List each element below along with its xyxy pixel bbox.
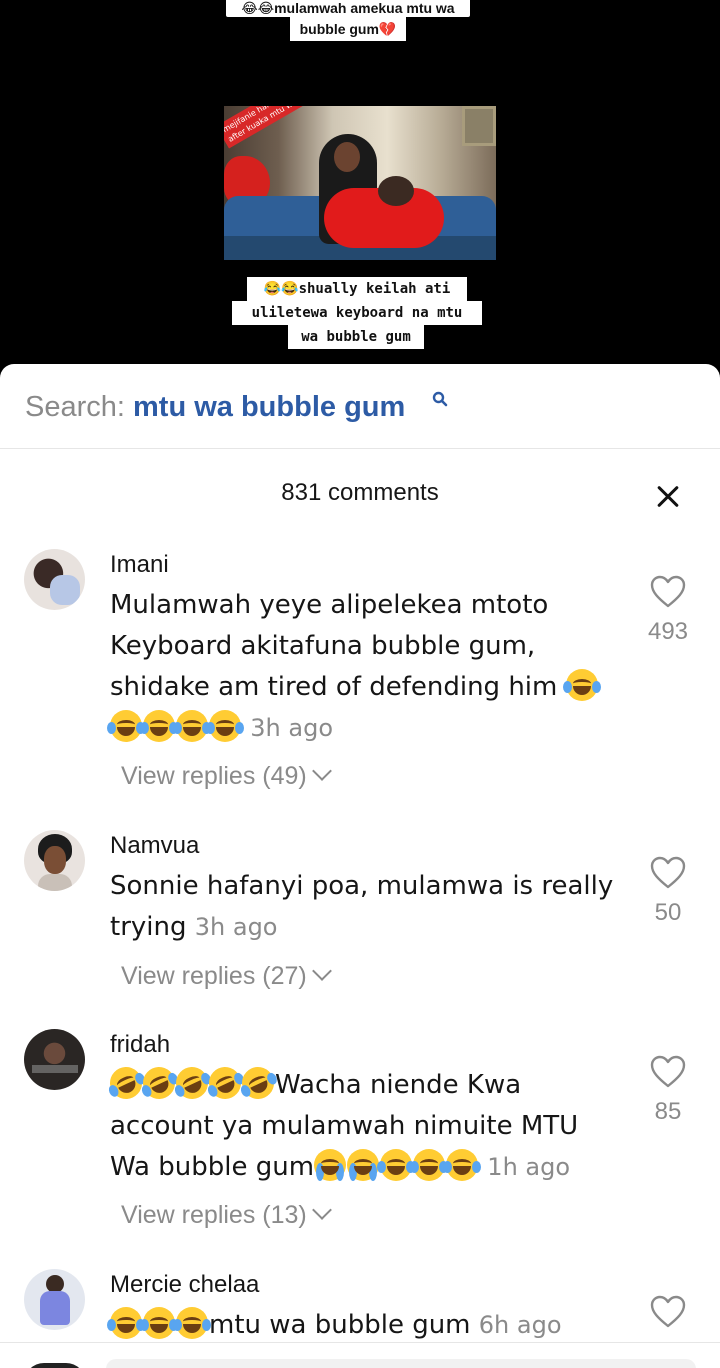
crying-emoji-icon [314, 1149, 347, 1181]
rofl-emoji-icon [170, 1061, 214, 1105]
comment-body: Sonnie hafanyi poa, mulamwa is really tr… [110, 871, 614, 942]
crying-emoji-icon [347, 1149, 380, 1181]
like-count: 85 [654, 1098, 682, 1125]
laughing-emoji-icon [173, 710, 211, 742]
search-term[interactable]: mtu wa bubble gum [133, 391, 405, 423]
avatar[interactable] [24, 549, 85, 610]
laughing-emoji-icon [377, 1149, 416, 1181]
avatar[interactable] [24, 830, 85, 891]
view-replies-button[interactable]: View replies (27) [121, 961, 332, 991]
like-button[interactable]: 85 [644, 1055, 692, 1126]
laughing-emoji-icon [140, 1307, 178, 1339]
heart-icon [650, 575, 686, 608]
video-caption-top-line1: 😂😂mulamwah amekua mtu wa [226, 0, 470, 17]
comments-sheet: Search: mtu wa bubble gum 831 comments I… [0, 364, 720, 1368]
like-count: 493 [647, 618, 689, 645]
laughing-emoji-icon [562, 669, 601, 701]
comment-input-bar[interactable] [0, 1342, 720, 1368]
comment-text: Mulamwah yeye alipelekea mtoto Keyboard … [107, 585, 620, 749]
like-count: 50 [654, 899, 682, 926]
comment-item: fridah Wacha niende Kwa account ya mulam… [0, 1029, 720, 1259]
comment-text: Wacha niende Kwa account ya mulamwah nim… [104, 1061, 620, 1188]
comment-body: mtu wa bubble gum [209, 1310, 479, 1340]
view-replies-label: View replies (49) [121, 762, 307, 790]
comment-text: Sonnie hafanyi poa, mulamwa is really tr… [110, 866, 620, 948]
laughing-emoji-icon [206, 710, 244, 742]
search-suggestion-bar[interactable]: Search: mtu wa bubble gum [0, 364, 720, 449]
view-replies-label: View replies (13) [121, 1201, 307, 1229]
laughing-emoji-icon [107, 1307, 145, 1339]
laughing-emoji-icon [410, 1149, 449, 1181]
chevron-down-icon [311, 1200, 332, 1220]
close-icon[interactable] [650, 479, 686, 515]
rofl-emoji-icon [203, 1061, 247, 1105]
avatar[interactable] [24, 1269, 85, 1330]
heart-icon [650, 856, 686, 889]
laughing-emoji-icon [107, 710, 145, 742]
rofl-emoji-icon [104, 1061, 148, 1105]
view-replies-label: View replies (27) [121, 962, 307, 990]
laughing-emoji-icon [140, 710, 178, 742]
search-suggestion[interactable]: Search: mtu wa bubble gum [25, 391, 405, 424]
rofl-emoji-icon [137, 1061, 181, 1105]
comments-count: 831 comments [281, 479, 439, 506]
comment-text: mtu wa bubble gum 6h ago [107, 1305, 620, 1346]
comment-username[interactable]: fridah [110, 1031, 170, 1059]
search-label: Search: [25, 391, 125, 423]
video-caption-bottom-line3: wa bubble gum [288, 325, 424, 349]
video-caption-bottom-line2: uliletewa keyboard na mtu [232, 301, 482, 325]
comment-time: 3h ago [194, 913, 278, 941]
rofl-emoji-icon [236, 1061, 280, 1105]
video-caption-top-line2: bubble gum💔 [290, 17, 406, 41]
comment-username[interactable]: Namvua [110, 832, 199, 860]
comment-time: 6h ago [478, 1311, 562, 1339]
comment-input[interactable] [106, 1359, 696, 1368]
comment-item: Namvua Sonnie hafanyi poa, mulamwa is re… [0, 830, 720, 1020]
comment-item: Imani Mulamwah yeye alipelekea mtoto Key… [0, 549, 720, 799]
avatar [24, 1363, 86, 1368]
laughing-emoji-icon [443, 1149, 482, 1181]
search-icon [432, 391, 448, 412]
chevron-down-icon [311, 761, 332, 781]
comment-time: 1h ago [487, 1153, 571, 1181]
avatar[interactable] [24, 1029, 85, 1090]
view-replies-button[interactable]: View replies (13) [121, 1200, 332, 1230]
view-replies-button[interactable]: View replies (49) [121, 761, 332, 791]
comment-username[interactable]: Imani [110, 551, 169, 579]
like-button[interactable]: 50 [644, 856, 692, 927]
like-button[interactable]: 493 [644, 575, 692, 646]
heart-icon [650, 1055, 686, 1088]
comment-body: Mulamwah yeye alipelekea mtoto Keyboard … [110, 590, 566, 702]
video-frame: mejifanie hampana smile ye sonnie after … [224, 106, 496, 260]
comment-time: 3h ago [250, 714, 333, 742]
laughing-emoji-icon [173, 1307, 211, 1339]
chevron-down-icon [311, 961, 332, 981]
video-caption-bottom-line1: 😂😂shually keilah ati [247, 277, 467, 301]
heart-icon [650, 1295, 686, 1328]
comment-username[interactable]: Mercie chelaa [110, 1271, 259, 1299]
video-player[interactable]: 😂😂mulamwah amekua mtu wa bubble gum💔 mej… [0, 0, 720, 380]
